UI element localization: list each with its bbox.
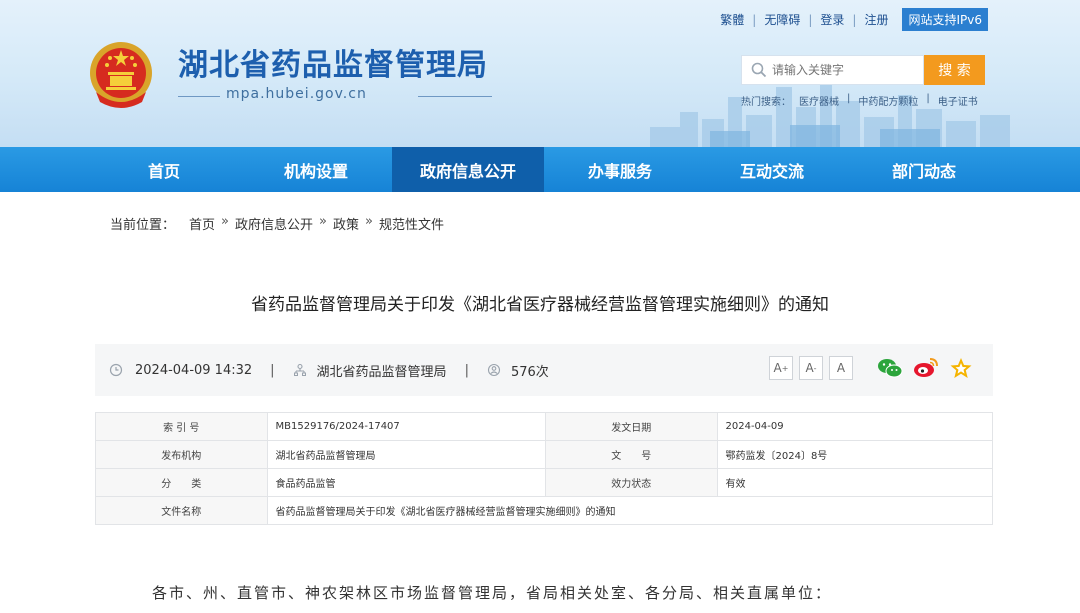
info-value: 食品药品监管 [266,468,546,497]
article-tools: A + A- A [769,356,973,380]
main-nav: 首页 机构设置 政府信息公开 办事服务 互动交流 部门动态 [0,147,1080,192]
font-button-mark: + [781,363,789,373]
nav-item-organization[interactable]: 机构设置 [240,147,392,192]
search-box [741,55,924,85]
font-increase-button[interactable]: A + [769,356,793,380]
ipv6-badge: 网站支持IPv6 [902,8,988,31]
article-title: 省药品监督管理局关于印发《湖北省医疗器械经营监督管理实施细则》的通知 [251,295,829,315]
divider: | [270,362,275,378]
info-value: 有效 [716,468,993,497]
breadcrumb-normative-docs[interactable]: 规范性文件 [379,214,444,233]
font-reset-button[interactable]: A [829,356,853,380]
traditional-chinese-link[interactable]: 繁體 [712,11,752,28]
info-key: 发布机构 [95,440,268,469]
table-row: 文件名称 省药品监督管理局关于印发《湖北省医疗器械经营监督管理实施细则》的通知 [95,496,994,525]
weibo-share-icon[interactable] [913,357,939,379]
top-links: 繁體 | 无障碍 | 登录 | 注册 网站支持IPv6 [712,8,988,31]
hot-search-term[interactable]: 中药配方颗粒 [858,93,918,108]
domain-right-rule [418,96,492,97]
font-button-letter: A [773,361,782,375]
info-key: 文件名称 [95,496,268,525]
info-key: 分 类 [95,468,268,497]
info-value: 湖北省药品监督管理局 [266,440,546,469]
info-value: 鄂药监发〔2024〕8号 [716,440,993,469]
divider: | [847,93,851,104]
national-emblem-logo [90,42,152,108]
hot-searches: 热门搜索： 医疗器械 | 中药配方颗粒 | 电子证书 [741,93,986,108]
breadcrumb: 当前位置： 首页 » 政府信息公开 » 政策 » 规范性文件 [110,214,450,233]
nav-item-services[interactable]: 办事服务 [544,147,696,192]
nav-item-gov-info[interactable]: 政府信息公开 [392,147,544,192]
hot-search-term[interactable]: 医疗器械 [799,93,839,108]
meta-date: 2024-04-09 14:32 [109,363,252,378]
favorite-star-icon[interactable] [949,357,973,379]
search-button[interactable]: 搜 索 [924,55,985,85]
domain-left-rule [178,96,220,97]
divider: | [464,362,469,378]
search-icon [751,62,767,78]
accessibility-link[interactable]: 无障碍 [756,11,808,28]
user-icon [487,363,501,377]
info-value: MB1529176/2024-17407 [266,412,546,441]
font-decrease-button[interactable]: A- [799,356,823,380]
table-row: 分 类 食品药品监管 效力状态 有效 [95,468,993,497]
view-count: 576次 [510,364,549,380]
info-key: 发文日期 [544,412,718,441]
nav-item-news[interactable]: 部门动态 [848,147,1000,192]
font-button-mark: - [813,363,817,373]
meta-views: 576次 [487,361,549,380]
info-key: 文 号 [544,440,718,469]
site-title: 湖北省药品监督管理局 [178,48,488,83]
table-row: 发布机构 湖北省药品监督管理局 文 号 鄂药监发〔2024〕8号 [95,440,993,469]
breadcrumb-separator: » [221,214,229,229]
breadcrumb-home[interactable]: 首页 [189,214,215,233]
search-input[interactable] [772,63,912,77]
breadcrumb-separator: » [365,214,373,229]
divider: | [926,93,930,104]
site-domain: mpa.hubei.gov.cn [226,86,367,102]
font-button-letter: A [836,361,846,375]
info-value: 省药品监督管理局关于印发《湖北省医疗器械经营监督管理实施细则》的通知 [266,496,994,525]
info-key: 效力状态 [544,468,718,497]
article-source: 湖北省药品监督管理局 [316,364,447,380]
wechat-share-icon[interactable] [877,357,903,379]
font-button-letter: A [805,361,814,375]
article-opening-line: 各市、州、直管市、神农架林区市场监督管理局，省局相关处室、各分局、相关直属单位： [152,584,833,602]
table-row: 索 引 号 MB1529176/2024-17407 发文日期 2024-04-… [95,412,993,441]
publish-datetime: 2024-04-09 14:32 [135,362,253,378]
info-key: 索 引 号 [95,412,268,441]
hot-search-term[interactable]: 电子证书 [938,93,978,108]
organization-icon [293,363,306,376]
meta-source: 湖北省药品监督管理局 [293,361,447,380]
info-value: 2024-04-09 [716,412,993,441]
login-link[interactable]: 登录 [812,11,852,28]
hot-search-label: 热门搜索： [741,97,791,108]
breadcrumb-policy[interactable]: 政策 [333,214,359,233]
breadcrumb-gov-info[interactable]: 政府信息公开 [235,214,313,233]
nav-item-interaction[interactable]: 互动交流 [696,147,848,192]
document-info-table: 索 引 号 MB1529176/2024-17407 发文日期 2024-04-… [95,412,994,525]
register-link[interactable]: 注册 [856,11,896,28]
breadcrumb-label: 当前位置： [110,218,176,233]
article-meta-bar: 2024-04-09 14:32 | 湖北省药品监督管理局 | 576次 A + … [95,344,993,396]
site-header: 湖北省药品监督管理局 mpa.hubei.gov.cn 繁體 | 无障碍 | 登… [0,0,1080,147]
clock-icon [109,363,123,377]
nav-item-home[interactable]: 首页 [88,147,240,192]
breadcrumb-separator: » [319,214,327,229]
